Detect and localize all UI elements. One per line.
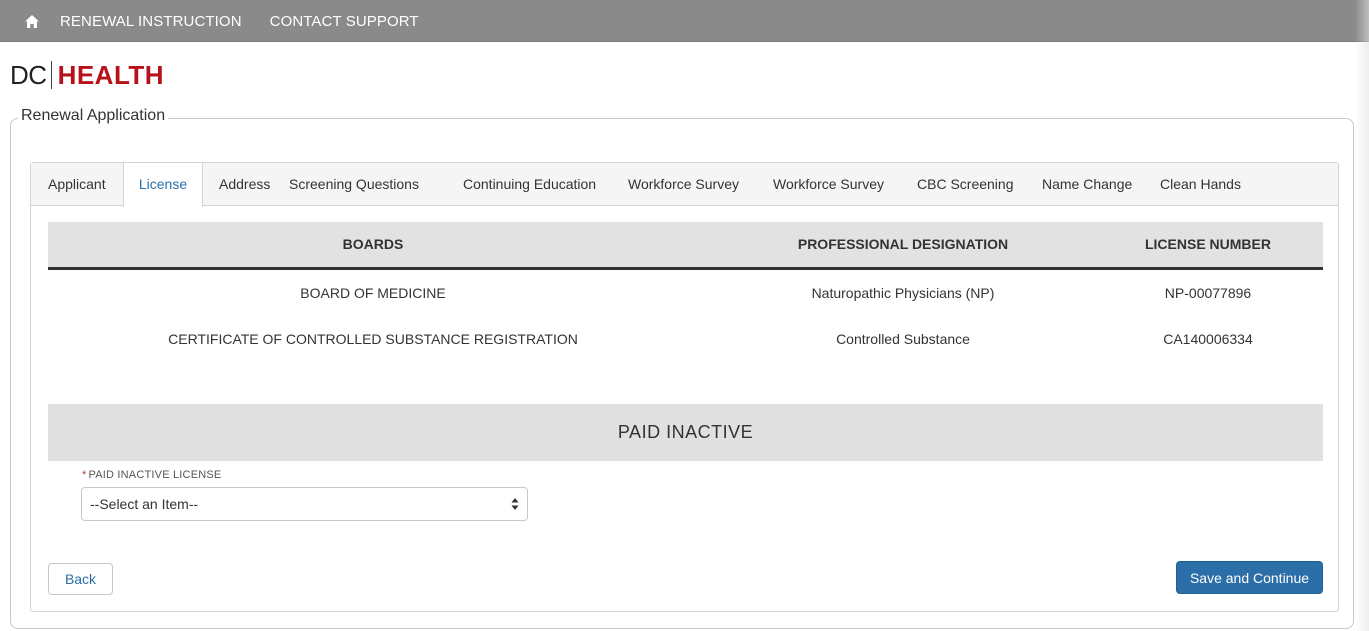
select-value: --Select an Item-- <box>90 496 199 512</box>
table-cell-board: CERTIFICATE OF CONTROLLED SUBSTANCE REGI… <box>168 331 578 347</box>
save-and-continue-button[interactable]: Save and Continue <box>1176 561 1323 594</box>
license-panel: Applicant License Address Screening Ques… <box>30 162 1339 612</box>
dc-health-logo: DC HEALTH <box>10 58 164 92</box>
tab-license[interactable]: License <box>123 163 203 207</box>
logo-health-text: HEALTH <box>57 59 165 90</box>
license-table-header: BOARDS PROFESSIONAL DESIGNATION LICENSE … <box>48 222 1323 270</box>
page-edge-shadow <box>1355 0 1369 631</box>
column-header-boards: BOARDS <box>342 236 404 252</box>
paid-inactive-license-label-text: PAID INACTIVE LICENSE <box>88 469 222 481</box>
tab-applicant[interactable]: Applicant <box>48 163 106 206</box>
tab-workforce-survey-1[interactable]: Workforce Survey <box>628 163 739 206</box>
home-icon[interactable] <box>22 11 42 31</box>
logo-dc-text: DC <box>10 59 47 90</box>
table-cell-license-number: CA140006334 <box>1163 331 1253 347</box>
paid-inactive-license-label: * PAID INACTIVE LICENSE <box>82 469 221 481</box>
paid-inactive-title: PAID INACTIVE <box>617 422 754 442</box>
tab-name-change[interactable]: Name Change <box>1042 163 1132 206</box>
table-cell-license-number: NP-00077896 <box>1164 285 1252 301</box>
table-cell-designation: Controlled Substance <box>836 331 970 347</box>
tab-clean-hands[interactable]: Clean Hands <box>1160 163 1241 206</box>
tab-workforce-survey-2[interactable]: Workforce Survey <box>773 163 884 206</box>
paid-inactive-section-header: PAID INACTIVE <box>48 404 1323 461</box>
paid-inactive-license-select[interactable]: --Select an Item-- <box>81 487 528 521</box>
table-cell-designation: Naturopathic Physicians (NP) <box>811 285 995 301</box>
tab-cbc-screening[interactable]: CBC Screening <box>917 163 1014 206</box>
logo-divider <box>50 61 52 89</box>
column-header-professional-designation: PROFESSIONAL DESIGNATION <box>797 236 1009 252</box>
tab-screening-questions[interactable]: Screening Questions <box>289 163 419 206</box>
column-header-license-number: LICENSE NUMBER <box>1144 236 1271 252</box>
renewal-application-legend: Renewal Application <box>18 107 169 125</box>
select-arrows-icon <box>511 498 519 510</box>
back-button[interactable]: Back <box>48 563 113 595</box>
top-nav-bar: RENEWAL INSTRUCTION CONTACT SUPPORT <box>0 0 1369 42</box>
nav-link-contact-support[interactable]: CONTACT SUPPORT <box>270 13 419 30</box>
nav-link-renewal-instruction[interactable]: RENEWAL INSTRUCTION <box>60 13 242 30</box>
tab-address[interactable]: Address <box>219 163 270 206</box>
tab-continuing-education[interactable]: Continuing Education <box>463 163 596 206</box>
required-asterisk: * <box>82 469 87 481</box>
tab-bar: Applicant License Address Screening Ques… <box>31 163 1338 207</box>
table-cell-board: BOARD OF MEDICINE <box>300 285 446 301</box>
